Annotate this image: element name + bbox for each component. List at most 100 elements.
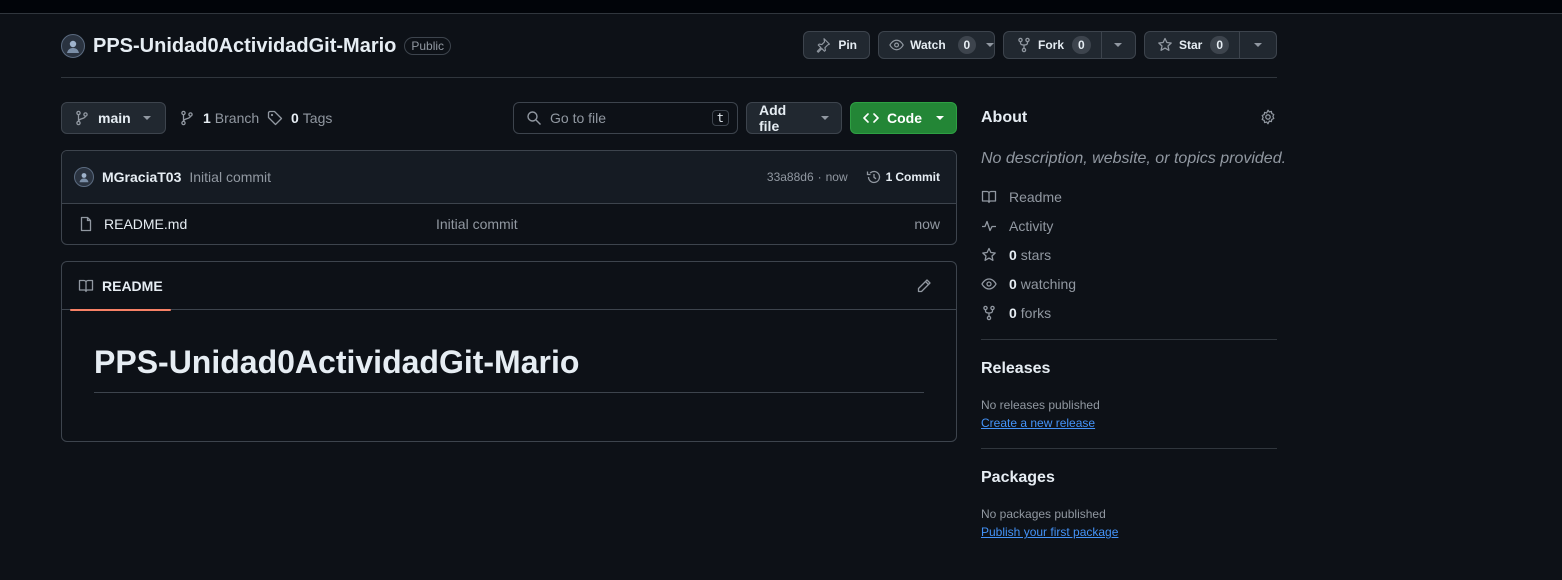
star-icon (982, 247, 996, 261)
tags-label: Tags (302, 110, 333, 126)
readme-heading-rule (94, 392, 924, 393)
stars-link[interactable]: 0 stars (981, 245, 1051, 265)
forks-count: 0 (1009, 305, 1017, 321)
watch-label: Watch (910, 38, 946, 52)
header-divider (61, 77, 1277, 78)
watching-label: watching (1020, 276, 1077, 292)
star-button-group[interactable]: Star 0 (1144, 31, 1277, 59)
readme-heading: PPS-Unidad0ActividadGit-Mario (94, 344, 580, 380)
star-dropdown[interactable] (1240, 32, 1276, 58)
search-placeholder: Go to file (550, 110, 607, 126)
commit-message[interactable]: Initial commit (189, 169, 271, 185)
watch-button[interactable]: Watch 0 (878, 31, 995, 59)
about-description: No description, website, or topics provi… (981, 150, 1287, 167)
readme-link-label: Readme (1009, 189, 1062, 205)
search-icon (527, 111, 541, 125)
eye-icon (889, 39, 904, 51)
book-icon (78, 279, 94, 292)
readme-panel: README PPS-Unidad0ActividadGit-Mario (61, 261, 957, 442)
pulse-icon (982, 220, 996, 232)
star-button[interactable]: Star 0 (1145, 32, 1239, 58)
publish-package-link[interactable]: Publish your first package (981, 525, 1118, 539)
packages-title[interactable]: Packages (981, 469, 1055, 487)
commits-count: 1 (885, 170, 893, 184)
star-count: 0 (1210, 36, 1230, 54)
commits-label: Commit (895, 170, 940, 184)
star-label: Star (1179, 38, 1203, 52)
commit-author[interactable]: MGraciaT03 (102, 169, 181, 185)
star-icon (1158, 37, 1172, 51)
releases-empty-text: No releases published (981, 398, 1100, 412)
fork-button[interactable]: Fork 0 (1004, 32, 1101, 58)
repo-header: PPS-Unidad0ActividadGit-Mario Public (61, 33, 452, 59)
tags-count: 0 (291, 110, 299, 126)
add-file-button[interactable]: Add file (746, 102, 842, 134)
chevron-down-icon (986, 43, 994, 47)
edit-readme-button[interactable] (908, 272, 940, 300)
file-name[interactable]: README.md (104, 216, 436, 232)
author-avatar[interactable] (74, 167, 94, 187)
search-shortcut-key: t (711, 110, 729, 126)
tag-icon (267, 110, 283, 126)
tags-link[interactable]: 0 Tags (267, 108, 332, 128)
create-release-link[interactable]: Create a new release (981, 416, 1095, 430)
chevron-down-icon (821, 116, 829, 120)
fork-icon (983, 305, 995, 321)
pin-icon (816, 38, 831, 53)
branch-name: main (98, 110, 131, 126)
chevron-down-icon (1254, 43, 1263, 47)
activity-link-label: Activity (1009, 218, 1054, 234)
code-button[interactable]: Code (850, 102, 957, 134)
watching-count: 0 (1009, 276, 1017, 292)
chevron-down-icon (142, 116, 151, 120)
tab-readme[interactable]: README (70, 262, 171, 311)
book-icon (981, 190, 997, 204)
file-icon (80, 216, 92, 232)
fork-dropdown[interactable] (1102, 32, 1135, 58)
chevron-down-icon (936, 116, 944, 120)
branch-icon (76, 110, 88, 126)
sidebar-divider (981, 339, 1277, 340)
pencil-icon (917, 278, 931, 292)
readme-link[interactable]: Readme (981, 187, 1062, 207)
tab-active-underline (70, 308, 171, 311)
commits-link[interactable]: 1 Commit (866, 169, 940, 185)
visibility-badge: Public (404, 37, 452, 55)
releases-title[interactable]: Releases (981, 360, 1050, 378)
code-icon (863, 113, 879, 123)
sidebar-divider (981, 448, 1277, 449)
file-list: MGraciaT03 Initial commit 33a88d6 · now … (61, 150, 957, 245)
file-row: README.md Initial commit now (62, 204, 956, 244)
packages-empty-text: No packages published (981, 507, 1106, 521)
owner-avatar[interactable] (61, 34, 85, 58)
fork-label: Fork (1038, 38, 1065, 52)
about-settings-button[interactable] (1260, 109, 1276, 125)
activity-link[interactable]: Activity (981, 216, 1053, 236)
watch-dropdown[interactable] (986, 43, 994, 47)
file-commit-time: now (914, 216, 940, 232)
file-commit-message[interactable]: Initial commit (436, 216, 914, 232)
latest-commit-bar: MGraciaT03 Initial commit 33a88d6 · now … (62, 151, 956, 204)
branch-selector[interactable]: main (61, 102, 166, 134)
gear-icon (1261, 109, 1275, 125)
branches-label: Branch (214, 110, 260, 126)
stars-label: stars (1020, 247, 1052, 263)
fork-button-group[interactable]: Fork 0 (1003, 31, 1136, 59)
tab-readme-label: README (102, 277, 163, 294)
branches-link[interactable]: 1 Branch (179, 108, 259, 128)
watching-link[interactable]: 0 watching (981, 274, 1076, 294)
forks-link[interactable]: 0 forks (981, 303, 1051, 323)
top-header-strip (0, 0, 1562, 14)
commit-hash[interactable]: 33a88d6 (767, 170, 814, 184)
pin-label: Pin (838, 38, 857, 52)
repo-name[interactable]: PPS-Unidad0ActividadGit-Mario (93, 35, 396, 58)
add-file-label: Add file (759, 102, 787, 134)
pin-button[interactable]: Pin (803, 31, 870, 59)
commit-time: now (825, 170, 848, 184)
chevron-down-icon (1114, 43, 1123, 47)
stars-count: 0 (1009, 247, 1017, 263)
go-to-file-search[interactable]: Go to file t (513, 102, 738, 134)
fork-icon (1018, 37, 1030, 53)
history-icon (866, 170, 880, 184)
readme-header: README (62, 262, 956, 311)
